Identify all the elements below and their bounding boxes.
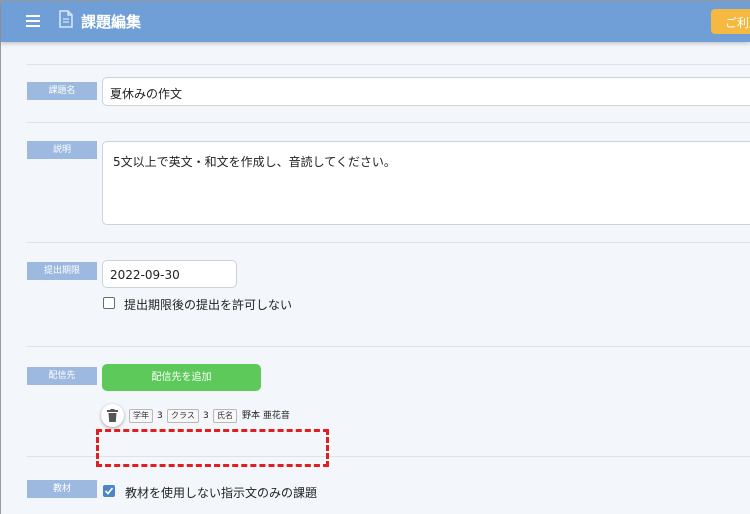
no-material-label: 教材を使用しない指示文のみの課題 [125,486,318,500]
material-label: 教材 [27,480,97,498]
student-name-value: 野本 亜花音 [242,411,290,421]
divider [27,346,750,347]
document-icon [59,10,73,28]
app-header: 課題編集 ご利用 [1,1,750,42]
delivery-label: 配信先 [27,367,97,385]
name-label: 課題名 [27,82,97,100]
description-label: 説明 [27,141,97,159]
delete-recipient-button[interactable] [101,404,124,427]
grade-value: 3 [157,411,163,421]
add-delivery-button[interactable]: 配信先を追加 [102,364,261,391]
divider [27,242,750,243]
late-submission-checkbox[interactable] [103,297,115,309]
no-material-checkbox[interactable] [103,485,115,497]
divider [27,64,750,65]
late-submission-label: 提出期限後の提出を許可しない [124,298,293,312]
grade-tag: 学年 [129,409,153,423]
class-value: 3 [203,411,209,421]
page-title: 課題編集 [81,13,142,31]
deadline-date-input[interactable]: 2022-09-30 [102,260,237,288]
description-textarea[interactable]: 5文以上で英文・和文を作成し、音読してください。 [102,141,750,225]
student-name-tag: 氏名 [213,409,237,423]
name-input[interactable]: 夏休みの作文 [102,77,750,106]
divider [27,122,750,123]
deadline-label: 提出期限 [27,262,97,280]
check-icon [104,487,114,495]
class-tag: クラス [167,409,199,423]
usage-button[interactable]: ご利用 [711,9,750,34]
annotation-highlight-box [96,429,329,467]
menu-icon[interactable] [26,15,40,27]
trash-icon [107,409,118,422]
